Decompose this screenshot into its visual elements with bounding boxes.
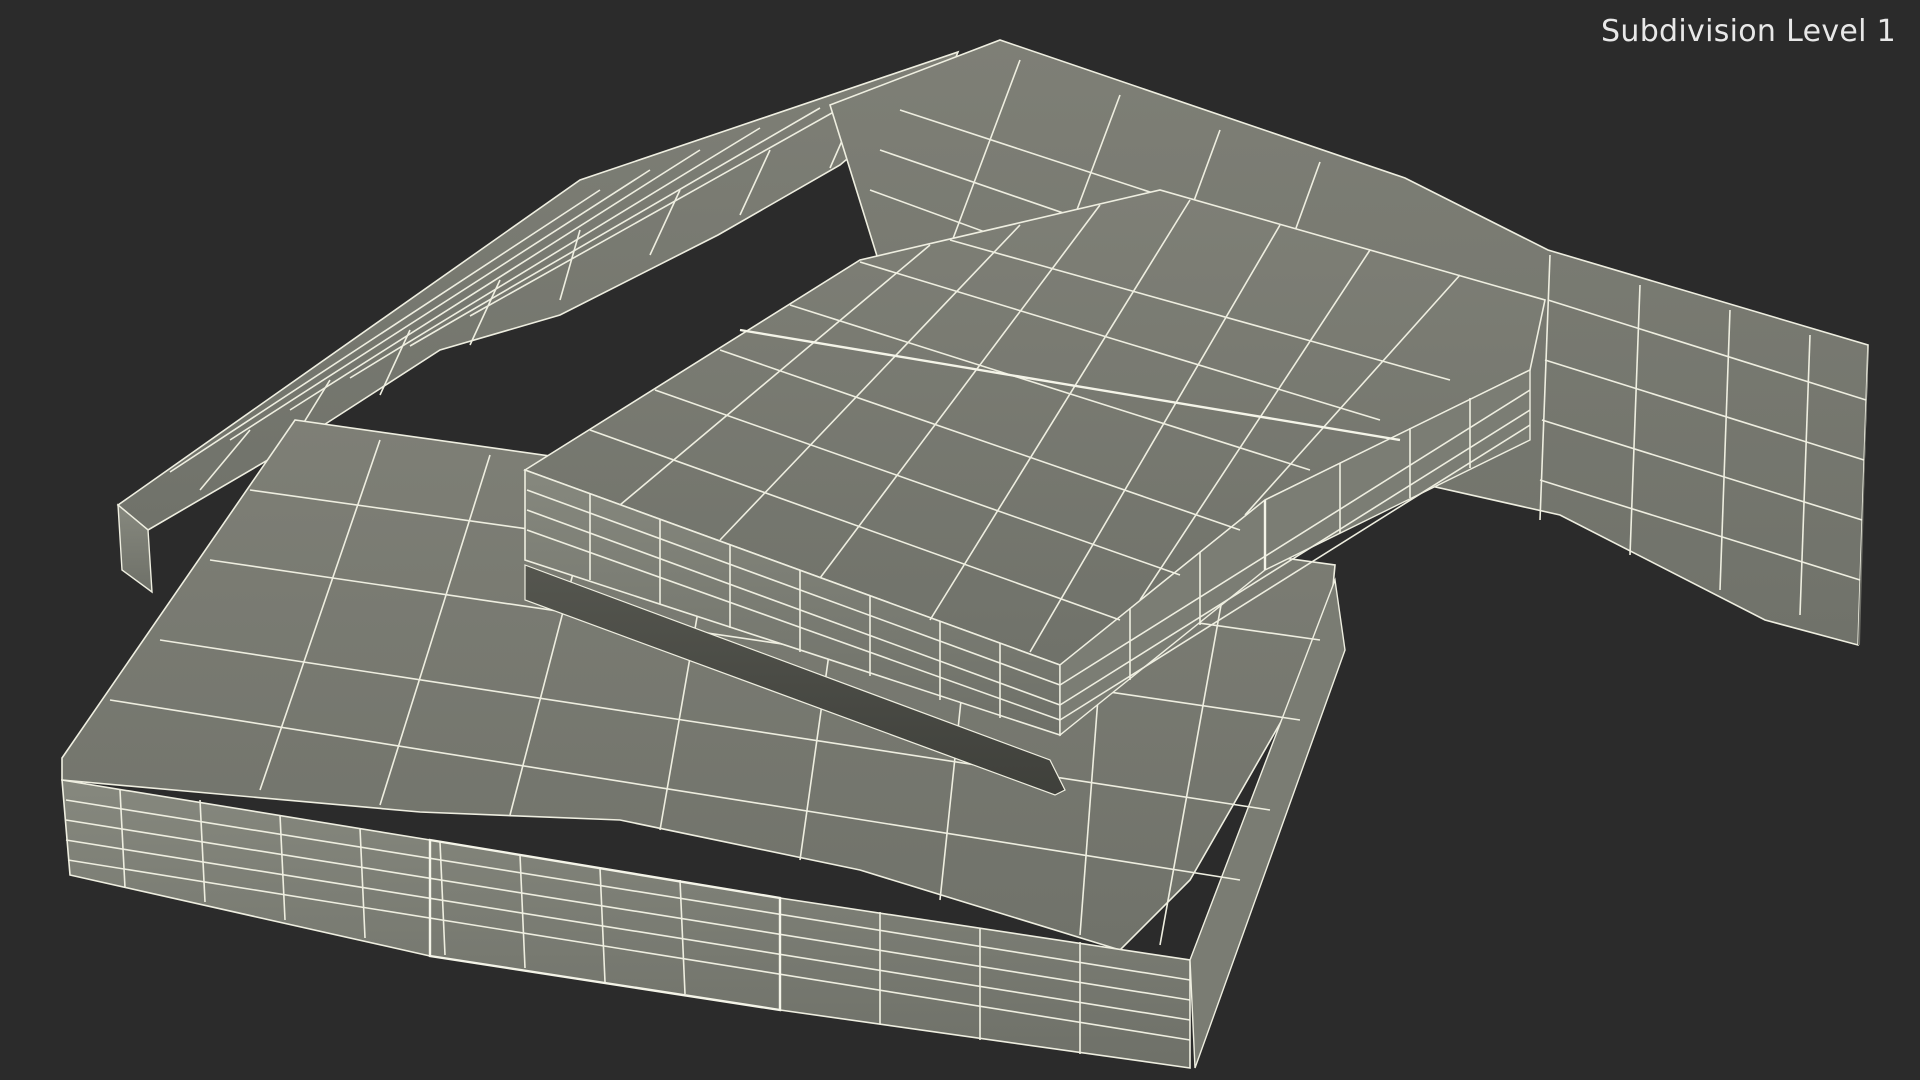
subdivision-level-label: Subdivision Level 1	[1601, 14, 1896, 49]
wireframe-model	[61, 39, 1869, 1069]
3d-viewport[interactable]: Subdivision Level 1	[0, 0, 1920, 1080]
